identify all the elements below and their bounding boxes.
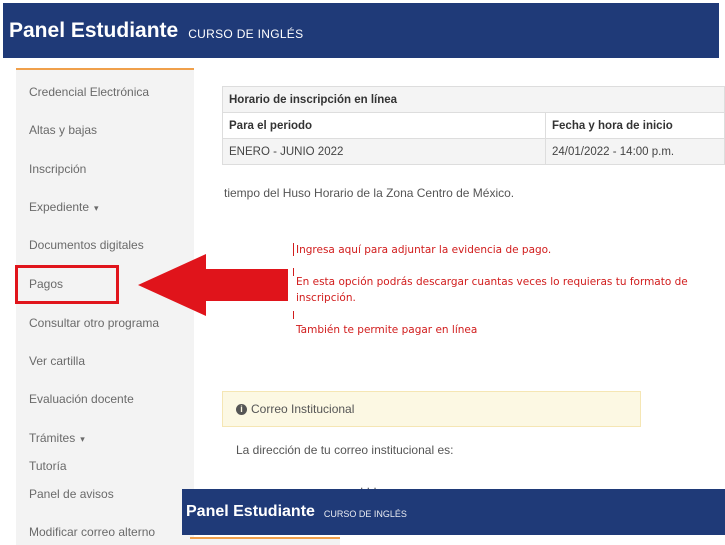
- overlay-app-title: Panel Estudiante: [186, 503, 315, 520]
- sidebar-item-label: Ver cartilla: [29, 354, 86, 368]
- app-subtitle: CURSO DE INGLÉS: [188, 26, 304, 41]
- column-header: Para el periodo: [222, 112, 546, 139]
- email-panel-body: La dirección de tu correo institucional …: [236, 443, 454, 457]
- top-header: Panel Estudiante CURSO DE INGLÉS: [3, 3, 719, 58]
- annotation-download-format: En esta opción podrás descargar cuantas …: [296, 276, 688, 288]
- annotation-marker: [293, 243, 294, 256]
- email-panel-heading: i Correo Institucional: [222, 391, 641, 427]
- sidebar-item-label: Consultar otro programa: [29, 316, 160, 330]
- app-title: Panel Estudiante: [9, 18, 179, 42]
- sidebar-item-label: Altas y bajas: [29, 123, 98, 137]
- timezone-note: tiempo del Huso Horario de la Zona Centr…: [224, 186, 515, 200]
- table-cell: 24/01/2022 - 14:00 p.m.: [545, 138, 725, 165]
- pagos-highlight-box: [15, 265, 119, 304]
- column-header: Fecha y hora de inicio: [545, 112, 725, 139]
- sidebar-item-label: Modificar correo alterno: [29, 525, 156, 539]
- sidebar-item-cartilla[interactable]: Ver cartilla: [29, 354, 85, 368]
- sidebar-item-label: Trámites: [29, 431, 76, 445]
- sidebar-item-inscripcion[interactable]: Inscripción: [29, 162, 86, 176]
- annotation-marker: [293, 268, 294, 276]
- sidebar-item-label: Credencial Electrónica: [29, 85, 150, 99]
- table-row: ENERO - JUNIO 2022 24/01/2022 - 14:00 p.…: [222, 138, 725, 165]
- chevron-down-icon: ▾: [94, 203, 99, 213]
- red-arrow-icon: [138, 254, 288, 316]
- sidebar-item-altas-bajas[interactable]: Altas y bajas: [29, 123, 97, 137]
- sidebar-item-label: Documentos digitales: [29, 238, 144, 252]
- overlay-header: Panel Estudiante CURSO DE INGLÉS: [182, 489, 725, 535]
- sidebar-item-label: Panel de avisos: [29, 487, 114, 501]
- sidebar-item-correo-alterno[interactable]: Modificar correo alterno: [29, 525, 155, 539]
- sidebar-item-label: Tutoría: [29, 459, 67, 473]
- info-icon: i: [236, 403, 247, 415]
- sidebar-item-otro-programa[interactable]: Consultar otro programa: [29, 316, 159, 330]
- table-header-row: Para el periodo Fecha y hora de inicio: [222, 112, 725, 139]
- email-panel-title: Correo Institucional: [251, 402, 355, 416]
- table-cell: ENERO - JUNIO 2022: [222, 138, 546, 165]
- sidebar-item-tramites[interactable]: Trámites ▾: [29, 431, 85, 445]
- sidebar-item-evaluacion[interactable]: Evaluación docente: [29, 392, 134, 406]
- table-caption: Horario de inscripción en línea: [222, 86, 725, 113]
- chevron-down-icon: ▾: [80, 434, 85, 444]
- schedule-table: Horario de inscripción en línea Para el …: [222, 86, 725, 165]
- sidebar-item-label: Expediente: [29, 200, 90, 214]
- sidebar-item-documentos[interactable]: Documentos digitales: [29, 238, 144, 252]
- overlay-app-subtitle: CURSO DE INGLÉS: [323, 509, 407, 519]
- annotation-download-format-cont: inscripción.: [296, 292, 356, 304]
- sidebar-item-expediente[interactable]: Expediente ▾: [29, 200, 99, 214]
- annotation-pay-online: También te permite pagar en línea: [296, 324, 478, 336]
- sidebar-item-tutoria[interactable]: Tutoría: [29, 459, 67, 473]
- annotation-upload-evidence: Ingresa aquí para adjuntar la evidencia …: [296, 244, 552, 256]
- table-caption-row: Horario de inscripción en línea: [222, 86, 725, 113]
- annotation-marker: [293, 311, 294, 319]
- sidebar-item-label: Inscripción: [29, 162, 87, 176]
- sidebar-item-avisos[interactable]: Panel de avisos: [29, 487, 114, 501]
- overlay-sidebar-edge: [190, 537, 340, 545]
- sidebar-item-credencial[interactable]: Credencial Electrónica: [29, 85, 149, 99]
- sidebar-item-label: Evaluación docente: [29, 392, 134, 406]
